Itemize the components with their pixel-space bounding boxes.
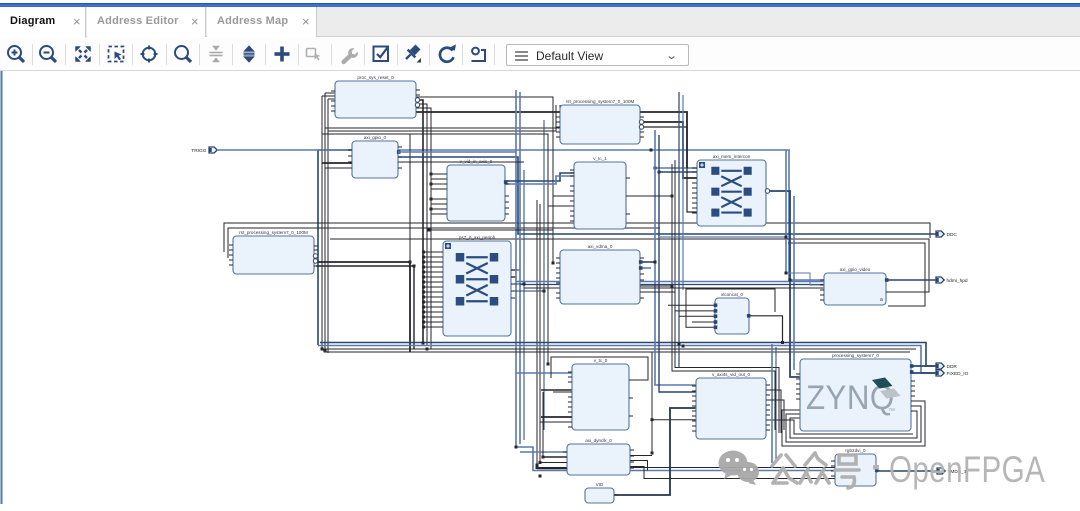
svg-text:hdmi_hpd: hdmi_hpd xyxy=(947,278,968,284)
svg-text:™: ™ xyxy=(888,408,895,415)
svg-text:processing_system7_0: processing_system7_0 xyxy=(832,353,879,358)
svg-text:v_tc_1: v_tc_1 xyxy=(593,156,607,161)
svg-text:axi_gpio_0: axi_gpio_0 xyxy=(364,135,387,140)
svg-text:DDR: DDR xyxy=(947,364,958,370)
svg-text:rst_processing_system7_0_100M: rst_processing_system7_0_100M xyxy=(566,99,635,104)
svg-text:rst_processing_system7_0_100M: rst_processing_system7_0_100M xyxy=(239,230,308,235)
svg-text:v_tc_0: v_tc_0 xyxy=(594,358,608,363)
svg-text:ps7_0_axi_periph: ps7_0_axi_periph xyxy=(459,235,496,240)
svg-text:OpenFPGA: OpenFPGA xyxy=(889,450,1045,491)
svg-text:axi_dynclk_0: axi_dynclk_0 xyxy=(585,438,612,443)
svg-text:FIXED_IO: FIXED_IO xyxy=(947,371,969,377)
svg-text:VID: VID xyxy=(596,482,604,487)
svg-text:axi_mem_intercon: axi_mem_intercon xyxy=(713,154,751,159)
svg-text:TRIGG: TRIGG xyxy=(191,148,206,154)
svg-text:rgb2dvi_0: rgb2dvi_0 xyxy=(845,448,866,453)
svg-text:v_axi4s_vid_out_0: v_axi4s_vid_out_0 xyxy=(712,372,750,377)
svg-text:a: a xyxy=(880,297,883,303)
svg-text:axi_vdma_0: axi_vdma_0 xyxy=(588,244,613,249)
svg-text:v_vid_in_axis_0: v_vid_in_axis_0 xyxy=(460,159,493,164)
svg-text:axi_gpio_video: axi_gpio_video xyxy=(840,267,871,272)
svg-text:xlconcat_0: xlconcat_0 xyxy=(721,292,743,297)
svg-text:DDC: DDC xyxy=(947,232,958,238)
svg-text:proc_sys_reset_0: proc_sys_reset_0 xyxy=(357,75,394,80)
